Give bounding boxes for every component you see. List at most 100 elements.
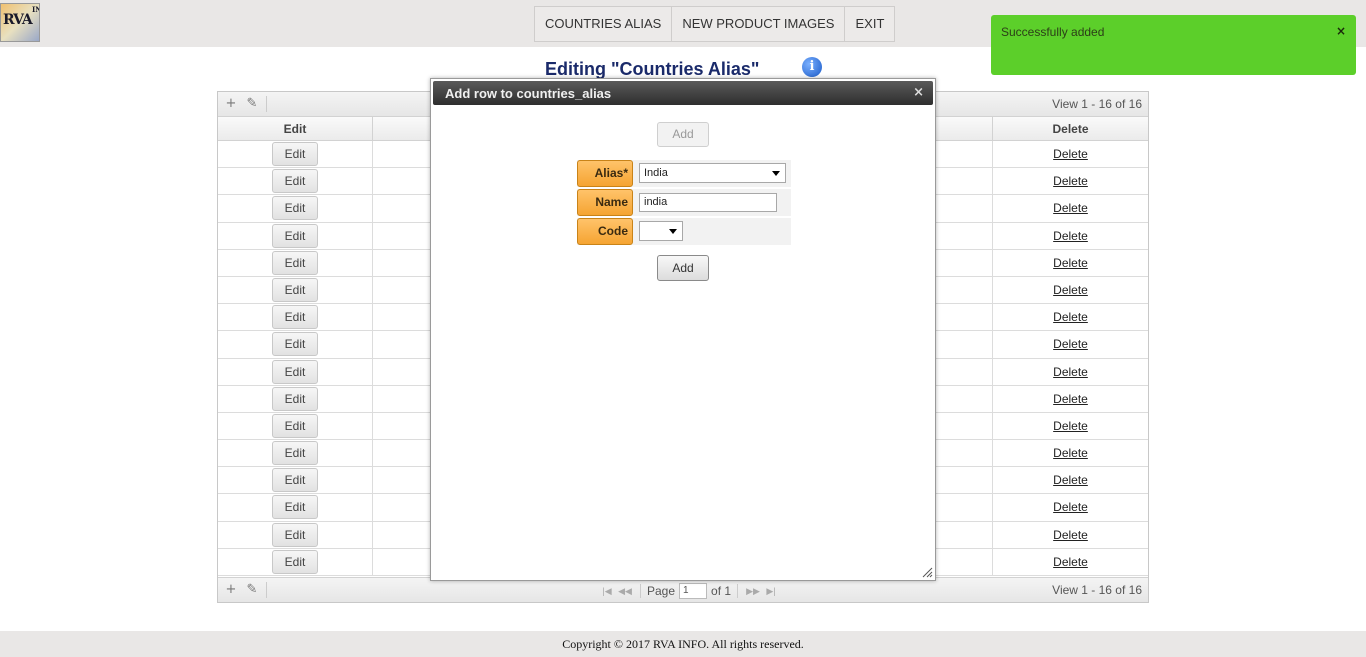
- edit-button[interactable]: Edit: [272, 522, 318, 547]
- footer: Copyright © 2017 RVA INFO. All rights re…: [0, 631, 1366, 657]
- view-info: View 1 - 16 of 16: [1052, 583, 1142, 597]
- pager-divider: [737, 584, 739, 598]
- delete-link[interactable]: Delete: [1053, 473, 1088, 487]
- edit-button[interactable]: Edit: [272, 441, 318, 466]
- edit-cell: Edit: [218, 385, 373, 412]
- dialog-header[interactable]: Add row to countries_alias ×: [433, 81, 933, 105]
- delete-link[interactable]: Delete: [1053, 201, 1088, 215]
- edit-cell: Edit: [218, 249, 373, 276]
- first-page-icon[interactable]: |◀: [598, 586, 616, 597]
- nav-new-product-images[interactable]: NEW PRODUCT IMAGES: [672, 7, 846, 41]
- delete-link[interactable]: Delete: [1053, 229, 1088, 243]
- edit-button[interactable]: Edit: [272, 495, 318, 520]
- logo-text: RVA: [3, 12, 33, 28]
- rva-logo[interactable]: RVA INFO: [0, 3, 40, 42]
- delete-cell: Delete: [993, 494, 1148, 520]
- last-page-icon[interactable]: ▶|: [762, 586, 780, 597]
- delete-cell: Delete: [993, 195, 1148, 221]
- delete-link[interactable]: Delete: [1053, 392, 1088, 406]
- edit-cell: Edit: [218, 440, 373, 467]
- delete-link[interactable]: Delete: [1053, 174, 1088, 188]
- dialog-title: Add row to countries_alias: [445, 86, 612, 101]
- edit-cell: Edit: [218, 195, 373, 222]
- delete-link[interactable]: Delete: [1053, 365, 1088, 379]
- page-label: Page: [647, 584, 676, 598]
- view-info: View 1 - 16 of 16: [1052, 97, 1142, 111]
- name-label: Name: [577, 189, 633, 216]
- nav-countries-alias[interactable]: COUNTRIES ALIAS: [535, 7, 673, 41]
- delete-cell: Delete: [993, 549, 1148, 575]
- delete-cell: Delete: [993, 467, 1148, 493]
- edit-button[interactable]: Edit: [272, 332, 318, 357]
- edit-button[interactable]: Edit: [272, 305, 318, 330]
- add-row-icon[interactable]: +: [223, 96, 239, 112]
- delete-link[interactable]: Delete: [1053, 555, 1088, 569]
- prev-page-icon[interactable]: ◀◀: [616, 586, 634, 597]
- page-number-input[interactable]: 1: [679, 583, 708, 599]
- pager-divider: [640, 584, 641, 598]
- edit-cell: Edit: [218, 358, 373, 385]
- edit-button[interactable]: Edit: [272, 413, 318, 438]
- alias-select-value: India: [644, 167, 668, 179]
- delete-cell: Delete: [993, 168, 1148, 194]
- edit-cell: Edit: [218, 412, 373, 440]
- column-header-delete[interactable]: Delete: [993, 117, 1148, 141]
- resize-grip-icon[interactable]: [921, 566, 933, 578]
- add-row-dialog: Add row to countries_alias × Add Alias* …: [430, 78, 936, 581]
- code-select[interactable]: [639, 221, 683, 241]
- alias-label: Alias*: [577, 160, 633, 187]
- nav-exit[interactable]: EXIT: [845, 7, 894, 41]
- info-icon[interactable]: i: [802, 57, 822, 77]
- edit-cell: Edit: [218, 467, 373, 494]
- delete-link[interactable]: Delete: [1053, 283, 1088, 297]
- delete-link[interactable]: Delete: [1053, 337, 1088, 351]
- delete-link[interactable]: Delete: [1053, 419, 1088, 433]
- delete-cell: Delete: [993, 250, 1148, 276]
- pager: |◀ ◀◀ Page 1 of 1 ▶▶ ▶|: [598, 582, 780, 600]
- delete-link[interactable]: Delete: [1053, 528, 1088, 542]
- edit-button[interactable]: Edit: [272, 169, 318, 194]
- edit-button[interactable]: Edit: [272, 223, 318, 248]
- copyright-text: Copyright © 2017 RVA INFO. All rights re…: [562, 637, 804, 651]
- edit-cell: Edit: [218, 521, 373, 548]
- toast-close-icon[interactable]: ×: [1336, 24, 1346, 38]
- main-nav: COUNTRIES ALIAS NEW PRODUCT IMAGES EXIT: [534, 6, 896, 42]
- edit-cell: Edit: [218, 276, 373, 304]
- alias-row: Alias* India: [577, 160, 791, 187]
- delete-cell: Delete: [993, 359, 1148, 385]
- delete-cell: Delete: [993, 223, 1148, 249]
- add-button-bottom[interactable]: Add: [657, 255, 709, 281]
- edit-button[interactable]: Edit: [272, 196, 318, 221]
- name-input[interactable]: india: [639, 193, 777, 212]
- edit-row-icon[interactable]: ✎: [244, 96, 260, 112]
- edit-row-icon[interactable]: ✎: [244, 582, 260, 598]
- edit-button[interactable]: Edit: [272, 549, 318, 574]
- edit-button[interactable]: Edit: [272, 277, 318, 302]
- dialog-close-icon[interactable]: ×: [913, 85, 924, 100]
- delete-link[interactable]: Delete: [1053, 256, 1088, 270]
- delete-cell: Delete: [993, 440, 1148, 466]
- delete-link[interactable]: Delete: [1053, 500, 1088, 514]
- alias-select[interactable]: India: [639, 163, 786, 183]
- code-row: Code: [577, 218, 791, 245]
- add-button-top[interactable]: Add: [657, 122, 709, 147]
- delete-cell: Delete: [993, 304, 1148, 330]
- edit-cell: Edit: [218, 222, 373, 249]
- delete-link[interactable]: Delete: [1053, 147, 1088, 161]
- edit-button[interactable]: Edit: [272, 386, 318, 411]
- edit-button[interactable]: Edit: [272, 142, 318, 166]
- add-row-icon[interactable]: +: [223, 582, 239, 598]
- column-header-edit[interactable]: Edit: [218, 117, 373, 141]
- edit-button[interactable]: Edit: [272, 468, 318, 493]
- edit-button[interactable]: Edit: [272, 359, 318, 384]
- edit-button[interactable]: Edit: [272, 250, 318, 275]
- next-page-icon[interactable]: ▶▶: [744, 586, 762, 597]
- edit-cell: Edit: [218, 494, 373, 521]
- toolbar-divider: [266, 96, 267, 112]
- delete-link[interactable]: Delete: [1053, 446, 1088, 460]
- edit-cell: Edit: [218, 331, 373, 358]
- delete-link[interactable]: Delete: [1053, 310, 1088, 324]
- page-title: Editing "Countries Alias": [545, 59, 760, 79]
- edit-cell: Edit: [218, 141, 373, 168]
- delete-cell: Delete: [993, 386, 1148, 412]
